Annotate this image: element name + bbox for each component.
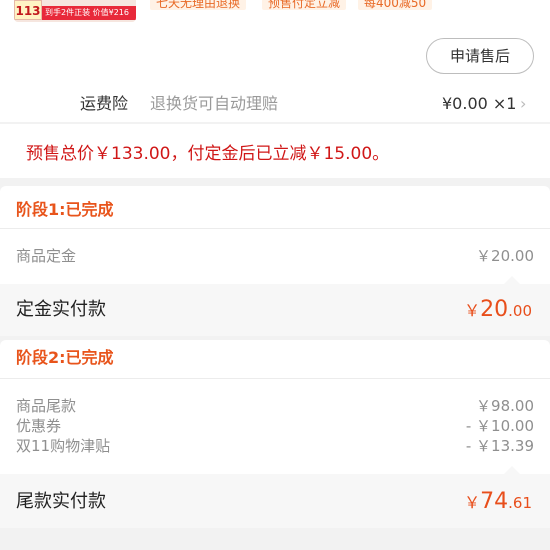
amount-integer: 74 [480,489,509,514]
tag-presale-discount: 预售付定立减 [262,0,347,10]
apply-after-sale-button[interactable]: 申请售后 [426,38,534,74]
notch-decoration [504,276,520,284]
balance-value: ￥98.00 [476,397,534,415]
amount-decimal: .00 [508,302,532,320]
product-thumbnail[interactable]: 113 到手2件正装 价值¥216 [14,0,136,22]
presale-notice-text: 预售总价￥133.00，付定金后已立减￥15.00。 [26,144,390,164]
stage1-title: 阶段1:已完成 [16,200,114,219]
notch-decoration [504,466,520,474]
shipping-insurance-price: ¥0.00 ×1 [442,94,517,113]
tag-seven-day-return: 七天无理由退换 [150,0,247,10]
balance-paid-label: 尾款实付款 [16,491,106,512]
coupon-label: 优惠券 [16,417,62,435]
shipping-insurance-title: 运费险 [80,94,129,113]
deposit-paid-amount: ￥20.00 [464,296,532,325]
deposit-label: 商品定金 [16,247,77,265]
shipping-insurance-description: 退换货可自动理赔 [150,94,279,113]
shopping-allowance-value: - ￥13.39 [465,437,534,455]
shopping-allowance-label: 双11购物津贴 [16,437,111,455]
product-card: 113 到手2件正装 价值¥216 七天无理由退换 预售付定立减 每400减50… [0,0,550,122]
divider [0,378,550,379]
chevron-right-icon[interactable]: › [520,92,526,116]
thumbnail-price: 113 [14,0,42,20]
divider [0,228,550,229]
amount-decimal: .61 [508,494,532,512]
balance-paid-amount: ￥74.61 [464,488,532,517]
thumbnail-banner: 到手2件正装 价值¥216 [42,6,136,20]
deposit-value: ￥20.00 [476,247,534,265]
currency-symbol: ￥ [464,493,481,512]
amount-integer: 20 [480,297,509,322]
stage2-title: 阶段2:已完成 [16,348,114,367]
deposit-paid-label: 定金实付款 [16,299,106,320]
tag-store-discount: 每400减50 [358,0,433,10]
balance-label: 商品尾款 [16,397,77,415]
coupon-value: - ￥10.00 [465,417,534,435]
currency-symbol: ￥ [464,301,481,320]
